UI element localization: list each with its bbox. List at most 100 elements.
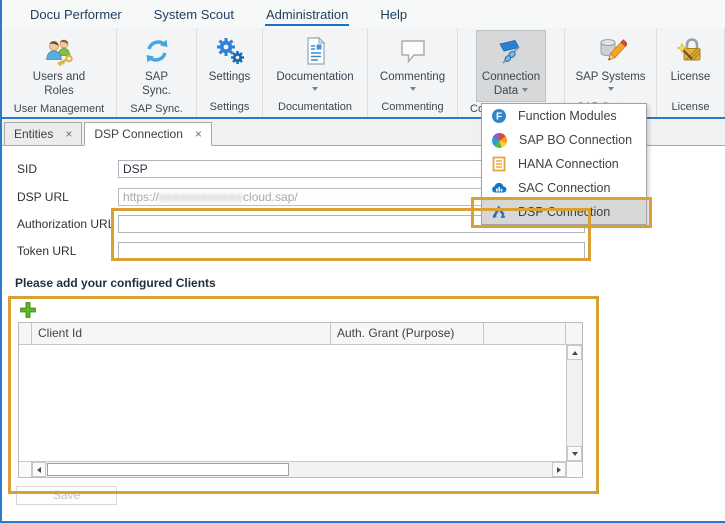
license-label: License	[671, 70, 711, 84]
users-and-roles-label: Users and Roles	[18, 70, 100, 99]
scroll-down-button[interactable]	[567, 446, 582, 461]
ribbon-group-user-management: Users and Roles User Management	[2, 28, 117, 117]
menu-docu-performer[interactable]: Docu Performer	[14, 1, 138, 28]
group-label-user-management: User Management	[2, 102, 116, 117]
tab-entities[interactable]: Entities ×	[4, 122, 82, 145]
sap-sync-button[interactable]: SAP Sync.	[127, 30, 187, 102]
connection-data-button[interactable]: Connection Data	[476, 30, 546, 102]
sap-systems-label: SAP Systems	[575, 70, 645, 84]
menu-item-sac-connection[interactable]: SAC Connection	[482, 176, 646, 200]
triangle-right-icon	[557, 467, 561, 473]
menu-item-dsp-connection[interactable]: DSP Connection	[482, 200, 646, 224]
scrollbar-header-corner	[566, 323, 582, 344]
authorization-url-label: Authorization URL	[17, 215, 114, 233]
menu-item-function-modules[interactable]: F Function Modules	[482, 104, 646, 128]
tab-entities-label: Entities	[14, 127, 53, 141]
column-header-filler	[484, 323, 566, 344]
menu-item-sap-bo-connection[interactable]: SAP BO Connection	[482, 128, 646, 152]
save-button[interactable]: Save	[16, 486, 117, 505]
horizontal-scroll-track[interactable]	[46, 462, 552, 477]
group-label-commenting: Commenting	[368, 100, 457, 117]
sid-label: SID	[17, 160, 37, 178]
horizontal-scroll-thumb[interactable]	[47, 463, 289, 476]
scrollbar-corner	[19, 462, 32, 477]
app-window: Docu Performer System Scout Administrati…	[0, 0, 725, 523]
clients-table: Client Id Auth. Grant (Purpose)	[18, 322, 583, 478]
menu-item-hana-connection[interactable]: HANA Connection	[482, 152, 646, 176]
ribbon-group-commenting: Commenting Commenting	[368, 28, 458, 117]
token-url-label: Token URL	[17, 242, 76, 260]
chevron-down-icon	[312, 87, 318, 91]
chevron-down-icon	[608, 87, 614, 91]
commenting-label: Commenting	[380, 70, 445, 84]
token-url-input[interactable]	[118, 242, 585, 260]
menu-item-label: SAP BO Connection	[519, 133, 632, 147]
svg-text:F: F	[496, 112, 502, 123]
document-icon	[299, 35, 331, 67]
column-header-client-id[interactable]: Client Id	[32, 323, 331, 344]
menu-help[interactable]: Help	[364, 1, 423, 28]
hana-list-icon	[491, 156, 507, 172]
add-client-button[interactable]	[18, 301, 38, 321]
scroll-right-button[interactable]	[552, 462, 566, 477]
clients-table-header: Client Id Auth. Grant (Purpose)	[19, 323, 582, 345]
column-header-auth-grant[interactable]: Auth. Grant (Purpose)	[331, 323, 484, 344]
ribbon-group-settings: Settings Settings	[197, 28, 263, 117]
close-icon[interactable]: ×	[195, 128, 202, 140]
ribbon-group-sap-sync: SAP Sync. SAP Sync.	[117, 28, 197, 117]
license-button[interactable]: License	[665, 30, 717, 100]
menu-system-scout[interactable]: System Scout	[138, 1, 250, 28]
documentation-button[interactable]: Documentation	[269, 30, 361, 100]
dsp-url-prefix: https://	[123, 190, 159, 204]
comment-bubble-icon	[397, 35, 429, 67]
group-label-sap-sync: SAP Sync.	[117, 102, 196, 117]
menu-item-label: Function Modules	[518, 109, 617, 123]
dsp-url-redacted: xxxxxxxxxxxx	[159, 190, 243, 204]
sap-sync-icon	[141, 35, 173, 67]
users-and-roles-button[interactable]: Users and Roles	[15, 30, 103, 102]
sap-bo-sphere-icon	[492, 133, 507, 148]
sap-sync-label: SAP Sync.	[130, 70, 184, 99]
horizontal-scrollbar[interactable]	[19, 461, 582, 477]
ribbon-group-license: License License	[657, 28, 725, 117]
plus-icon	[19, 301, 37, 319]
menu-administration[interactable]: Administration	[250, 1, 364, 28]
triangle-down-icon	[572, 452, 578, 456]
settings-label: Settings	[209, 70, 251, 84]
commenting-button[interactable]: Commenting	[374, 30, 452, 100]
group-label-documentation: Documentation	[263, 100, 367, 117]
menu-item-label: SAC Connection	[518, 181, 610, 195]
menu-item-label: HANA Connection	[518, 157, 619, 171]
license-lock-icon	[675, 35, 707, 67]
scrollbar-corner	[566, 462, 582, 477]
settings-button[interactable]: Settings	[203, 30, 257, 100]
chevron-down-icon	[410, 87, 416, 91]
triangle-up-icon	[572, 351, 578, 355]
documentation-label: Documentation	[276, 70, 353, 84]
connection-data-label: Connection Data	[479, 70, 543, 99]
triangle-left-icon	[37, 467, 41, 473]
dsp-url-label: DSP URL	[17, 188, 69, 206]
settings-gears-icon	[214, 35, 246, 67]
tab-dsp-connection-label: DSP Connection	[94, 127, 183, 141]
users-roles-icon	[43, 35, 75, 67]
clients-table-rows-area[interactable]	[19, 345, 566, 461]
menu-item-label: DSP Connection	[518, 205, 610, 219]
menubar: Docu Performer System Scout Administrati…	[2, 0, 725, 28]
database-pencil-icon	[595, 35, 627, 67]
row-indicator-header	[19, 323, 32, 344]
connection-plug-icon	[495, 35, 527, 67]
scroll-up-button[interactable]	[567, 345, 582, 360]
close-icon[interactable]: ×	[65, 128, 72, 140]
chevron-down-icon	[522, 88, 528, 92]
vertical-scrollbar[interactable]	[566, 345, 582, 461]
sac-cloud-icon	[491, 180, 507, 196]
tab-dsp-connection[interactable]: DSP Connection ×	[84, 122, 212, 146]
vertical-scroll-track[interactable]	[567, 360, 582, 446]
clients-heading: Please add your configured Clients	[15, 276, 216, 290]
group-label-license: License	[657, 100, 724, 117]
group-label-settings: Settings	[197, 100, 262, 117]
scroll-left-button[interactable]	[32, 462, 46, 477]
sap-systems-button[interactable]: SAP Systems	[570, 30, 652, 100]
dsp-url-suffix: cloud.sap/	[243, 190, 298, 204]
